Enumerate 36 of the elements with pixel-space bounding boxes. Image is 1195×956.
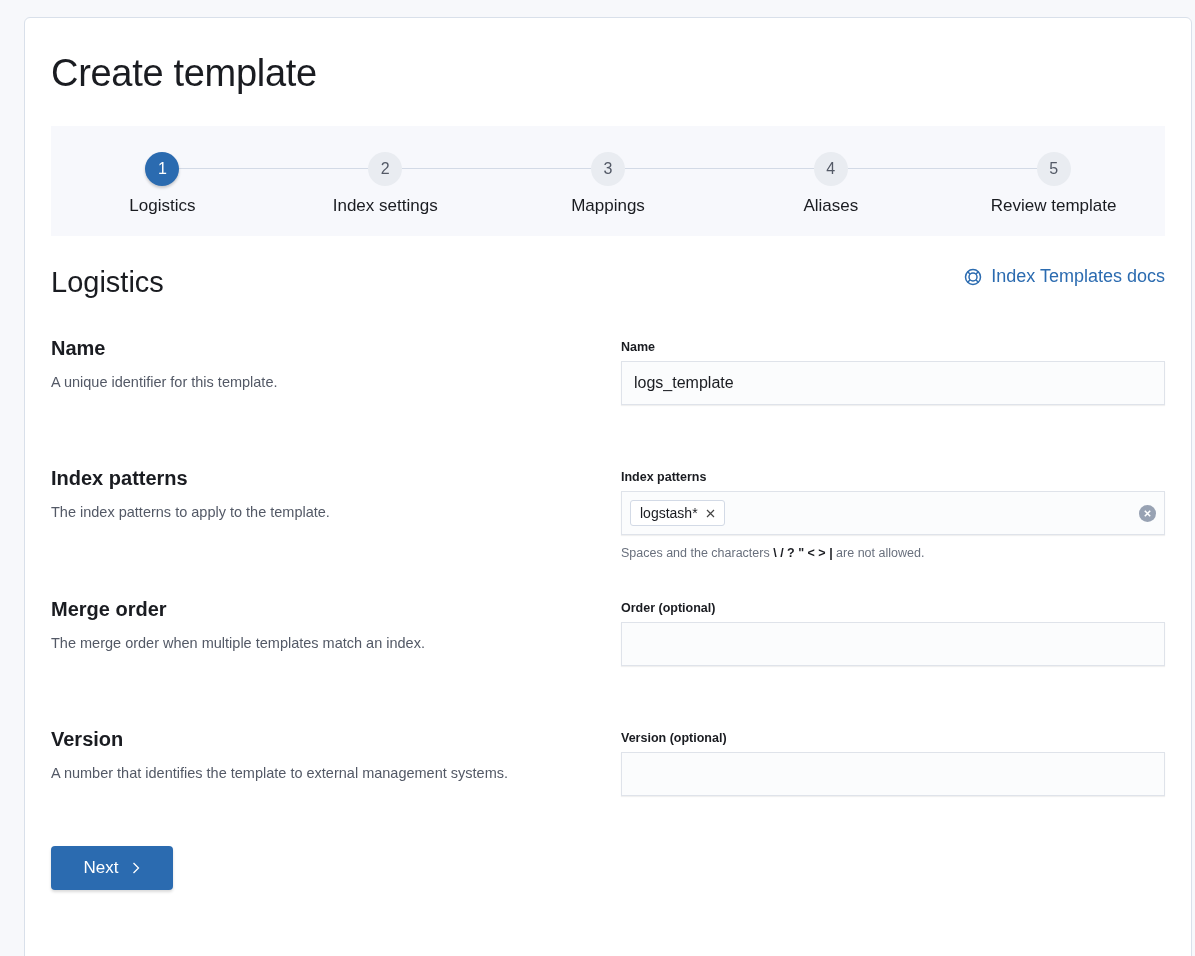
next-button[interactable]: Next <box>51 846 173 890</box>
field-label: Name <box>621 340 657 354</box>
combo-field[interactable]: logstash* <box>621 491 1165 535</box>
step-number[interactable]: 1 <box>145 152 180 186</box>
row-description: The merge order when multiple templates match an index. <box>51 635 426 651</box>
help-text: Spaces and the characters \ / ? " < > | are not allowed. <box>621 546 926 560</box>
step-label[interactable]: Mappings <box>571 196 645 216</box>
input-field[interactable]: logs_template <box>621 361 1165 405</box>
clear-icon[interactable] <box>1139 504 1156 522</box>
step-number[interactable]: 5 <box>1036 152 1071 186</box>
lifebuoy-icon <box>964 267 983 286</box>
section-title: Logistics <box>51 266 164 299</box>
row-title: Merge order <box>51 598 168 621</box>
row-title: Index patterns <box>51 467 189 490</box>
row-description: A number that identifies the template to external management systems. <box>51 765 509 781</box>
page-title: Create template <box>51 51 318 96</box>
input-field[interactable] <box>621 622 1165 666</box>
step-number[interactable]: 3 <box>591 152 625 186</box>
step-label[interactable]: Logistics <box>129 196 196 216</box>
step-number[interactable]: 2 <box>368 152 403 186</box>
step-label[interactable]: Aliases <box>803 196 859 216</box>
step-label[interactable]: Index settings <box>332 196 438 216</box>
row-description: A unique identifier for this template. <box>51 374 279 390</box>
docs-link[interactable]: Index Templates docs <box>964 266 1165 287</box>
field-label: Index patterns <box>621 470 708 484</box>
input-field[interactable] <box>621 752 1165 796</box>
step-number[interactable]: 4 <box>813 152 848 186</box>
field-label: Version (optional) <box>621 731 728 745</box>
row-title: Version <box>51 728 125 751</box>
row-title: Name <box>51 337 107 360</box>
chevron-right-icon <box>132 862 141 874</box>
field-label: Order (optional) <box>621 601 717 615</box>
pattern-tag: logstash* <box>630 500 725 526</box>
row-description: The index patterns to apply to the template. <box>51 504 331 520</box>
close-icon[interactable] <box>705 508 715 518</box>
step-label[interactable]: Review template <box>990 196 1117 216</box>
